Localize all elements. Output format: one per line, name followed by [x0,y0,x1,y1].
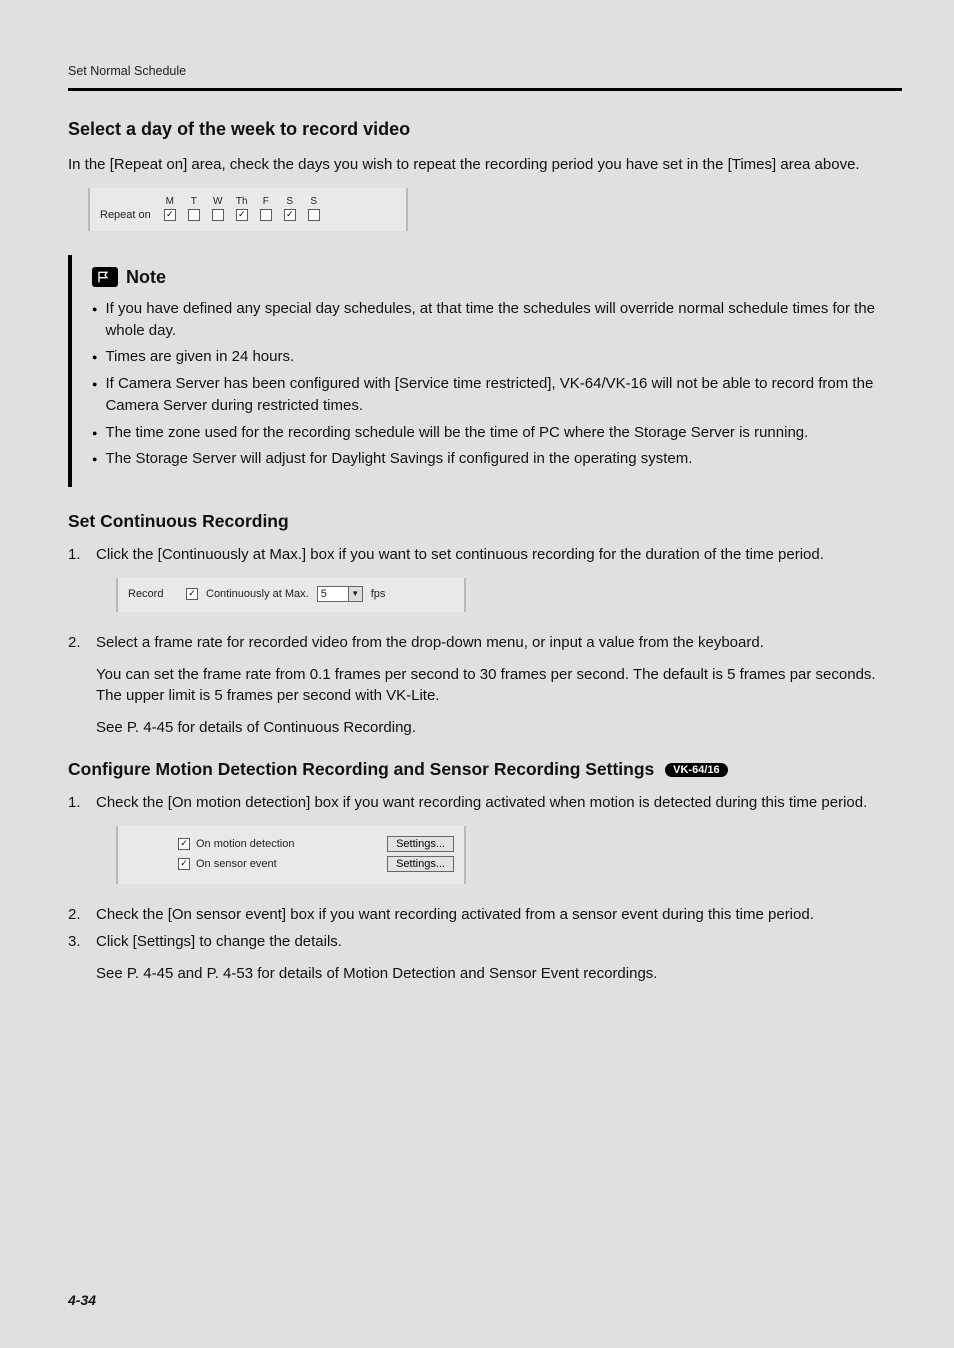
step-text: Check the [On motion detection] box if y… [96,792,902,814]
step-number: 2. [68,632,96,739]
step-text: Click [Settings] to change the details. … [96,931,902,985]
step-3-text: Click [Settings] to change the details. [96,933,342,950]
repeat-on-screenshot: Repeat on M T W Th F S [88,188,408,231]
day-label: T [191,196,197,207]
motion-steps: 1. Check the [On motion detection] box i… [68,792,902,814]
list-item: 2. Select a frame rate for recorded vide… [68,632,902,739]
day-label: W [213,196,222,207]
sensor-event-label: On sensor event [196,858,277,870]
continuously-label: Continuously at Max. [206,588,309,600]
day-checkbox-s1[interactable] [284,209,296,221]
motion-detection-label: On motion detection [196,838,294,850]
step-text: Click the [Continuously at Max.] box if … [96,544,902,566]
step-2-text: Select a frame rate for recorded video f… [96,634,764,651]
day-col-s1: S [281,196,299,221]
step-number: 3. [68,931,96,985]
motion-settings-button[interactable]: Settings... [387,836,454,852]
note-item: The Storage Server will adjust for Dayli… [105,448,896,470]
day-col-m: M [161,196,179,221]
day-checkbox-m[interactable] [164,209,176,221]
day-checkbox-w[interactable] [212,209,224,221]
step-text: Check the [On sensor event] box if you w… [96,904,902,926]
step-text: Select a frame rate for recorded video f… [96,632,902,739]
heading-motion-detection: Configure Motion Detection Recording and… [68,759,902,780]
chevron-down-icon[interactable]: ▼ [348,587,362,601]
step-2-sub2: See P. 4-45 for details of Continuous Re… [96,717,902,739]
sensor-row: On sensor event Settings... [128,854,454,874]
note-item: If you have defined any special day sche… [105,298,896,342]
day-col-f: F [257,196,275,221]
step-number: 1. [68,792,96,814]
day-col-t: T [185,196,203,221]
fps-unit: fps [371,588,386,600]
day-label: F [263,196,269,207]
day-checkbox-th[interactable] [236,209,248,221]
step-number: 2. [68,904,96,926]
heading-continuous-recording: Set Continuous Recording [68,511,902,532]
day-label: M [166,196,174,207]
day-label: Th [236,196,248,207]
motion-screenshot: On motion detection Settings... On senso… [116,826,466,884]
record-label: Record [128,588,178,600]
day-checkbox-t[interactable] [188,209,200,221]
running-head: Set Normal Schedule [68,64,902,78]
day-label: S [310,196,317,207]
page: Set Normal Schedule Select a day of the … [0,0,954,1348]
day-label: S [286,196,293,207]
fps-combo[interactable]: 5 ▼ [317,586,363,602]
sensor-event-checkbox[interactable] [178,858,190,870]
header-rule [68,88,902,91]
motion-detection-checkbox[interactable] [178,838,190,850]
continuous-steps: 1. Click the [Continuously at Max.] box … [68,544,902,566]
day-col-w: W [209,196,227,221]
note-item: The time zone used for the recording sch… [105,422,896,444]
day-col-s2: S [305,196,323,221]
note-block: Note If you have defined any special day… [68,255,902,487]
motion-steps-cont: 2. Check the [On sensor event] box if yo… [68,904,902,985]
note-item: Times are given in 24 hours. [105,346,896,368]
heading-select-day: Select a day of the week to record video [68,119,902,140]
vk-badge: VK-64/16 [665,763,727,777]
note-title: Note [126,267,166,288]
continuous-steps-cont: 2. Select a frame rate for recorded vide… [68,632,902,739]
list-item: 3. Click [Settings] to change the detail… [68,931,902,985]
day-col-th: Th [233,196,251,221]
step-number: 1. [68,544,96,566]
note-icon [92,267,118,287]
heading-motion-text: Configure Motion Detection Recording and… [68,759,654,779]
list-item: 2. Check the [On sensor event] box if yo… [68,904,902,926]
day-checkbox-f[interactable] [260,209,272,221]
repeat-on-label: Repeat on [100,209,155,221]
motion-row: On motion detection Settings... [128,834,454,854]
note-item: If Camera Server has been configured wit… [105,373,896,417]
paragraph-select-day: In the [Repeat on] area, check the days … [68,154,902,176]
continuously-checkbox[interactable] [186,588,198,600]
list-item: 1. Click the [Continuously at Max.] box … [68,544,902,566]
note-bullets: If you have defined any special day sche… [92,298,896,470]
step-3-sub: See P. 4-45 and P. 4-53 for details of M… [96,963,902,985]
day-checkbox-s2[interactable] [308,209,320,221]
page-number: 4-34 [68,1292,96,1308]
fps-value: 5 [318,588,348,600]
list-item: 1. Check the [On motion detection] box i… [68,792,902,814]
step-2-sub1: You can set the frame rate from 0.1 fram… [96,664,902,708]
record-screenshot: Record Continuously at Max. 5 ▼ fps [116,578,466,612]
sensor-settings-button[interactable]: Settings... [387,856,454,872]
